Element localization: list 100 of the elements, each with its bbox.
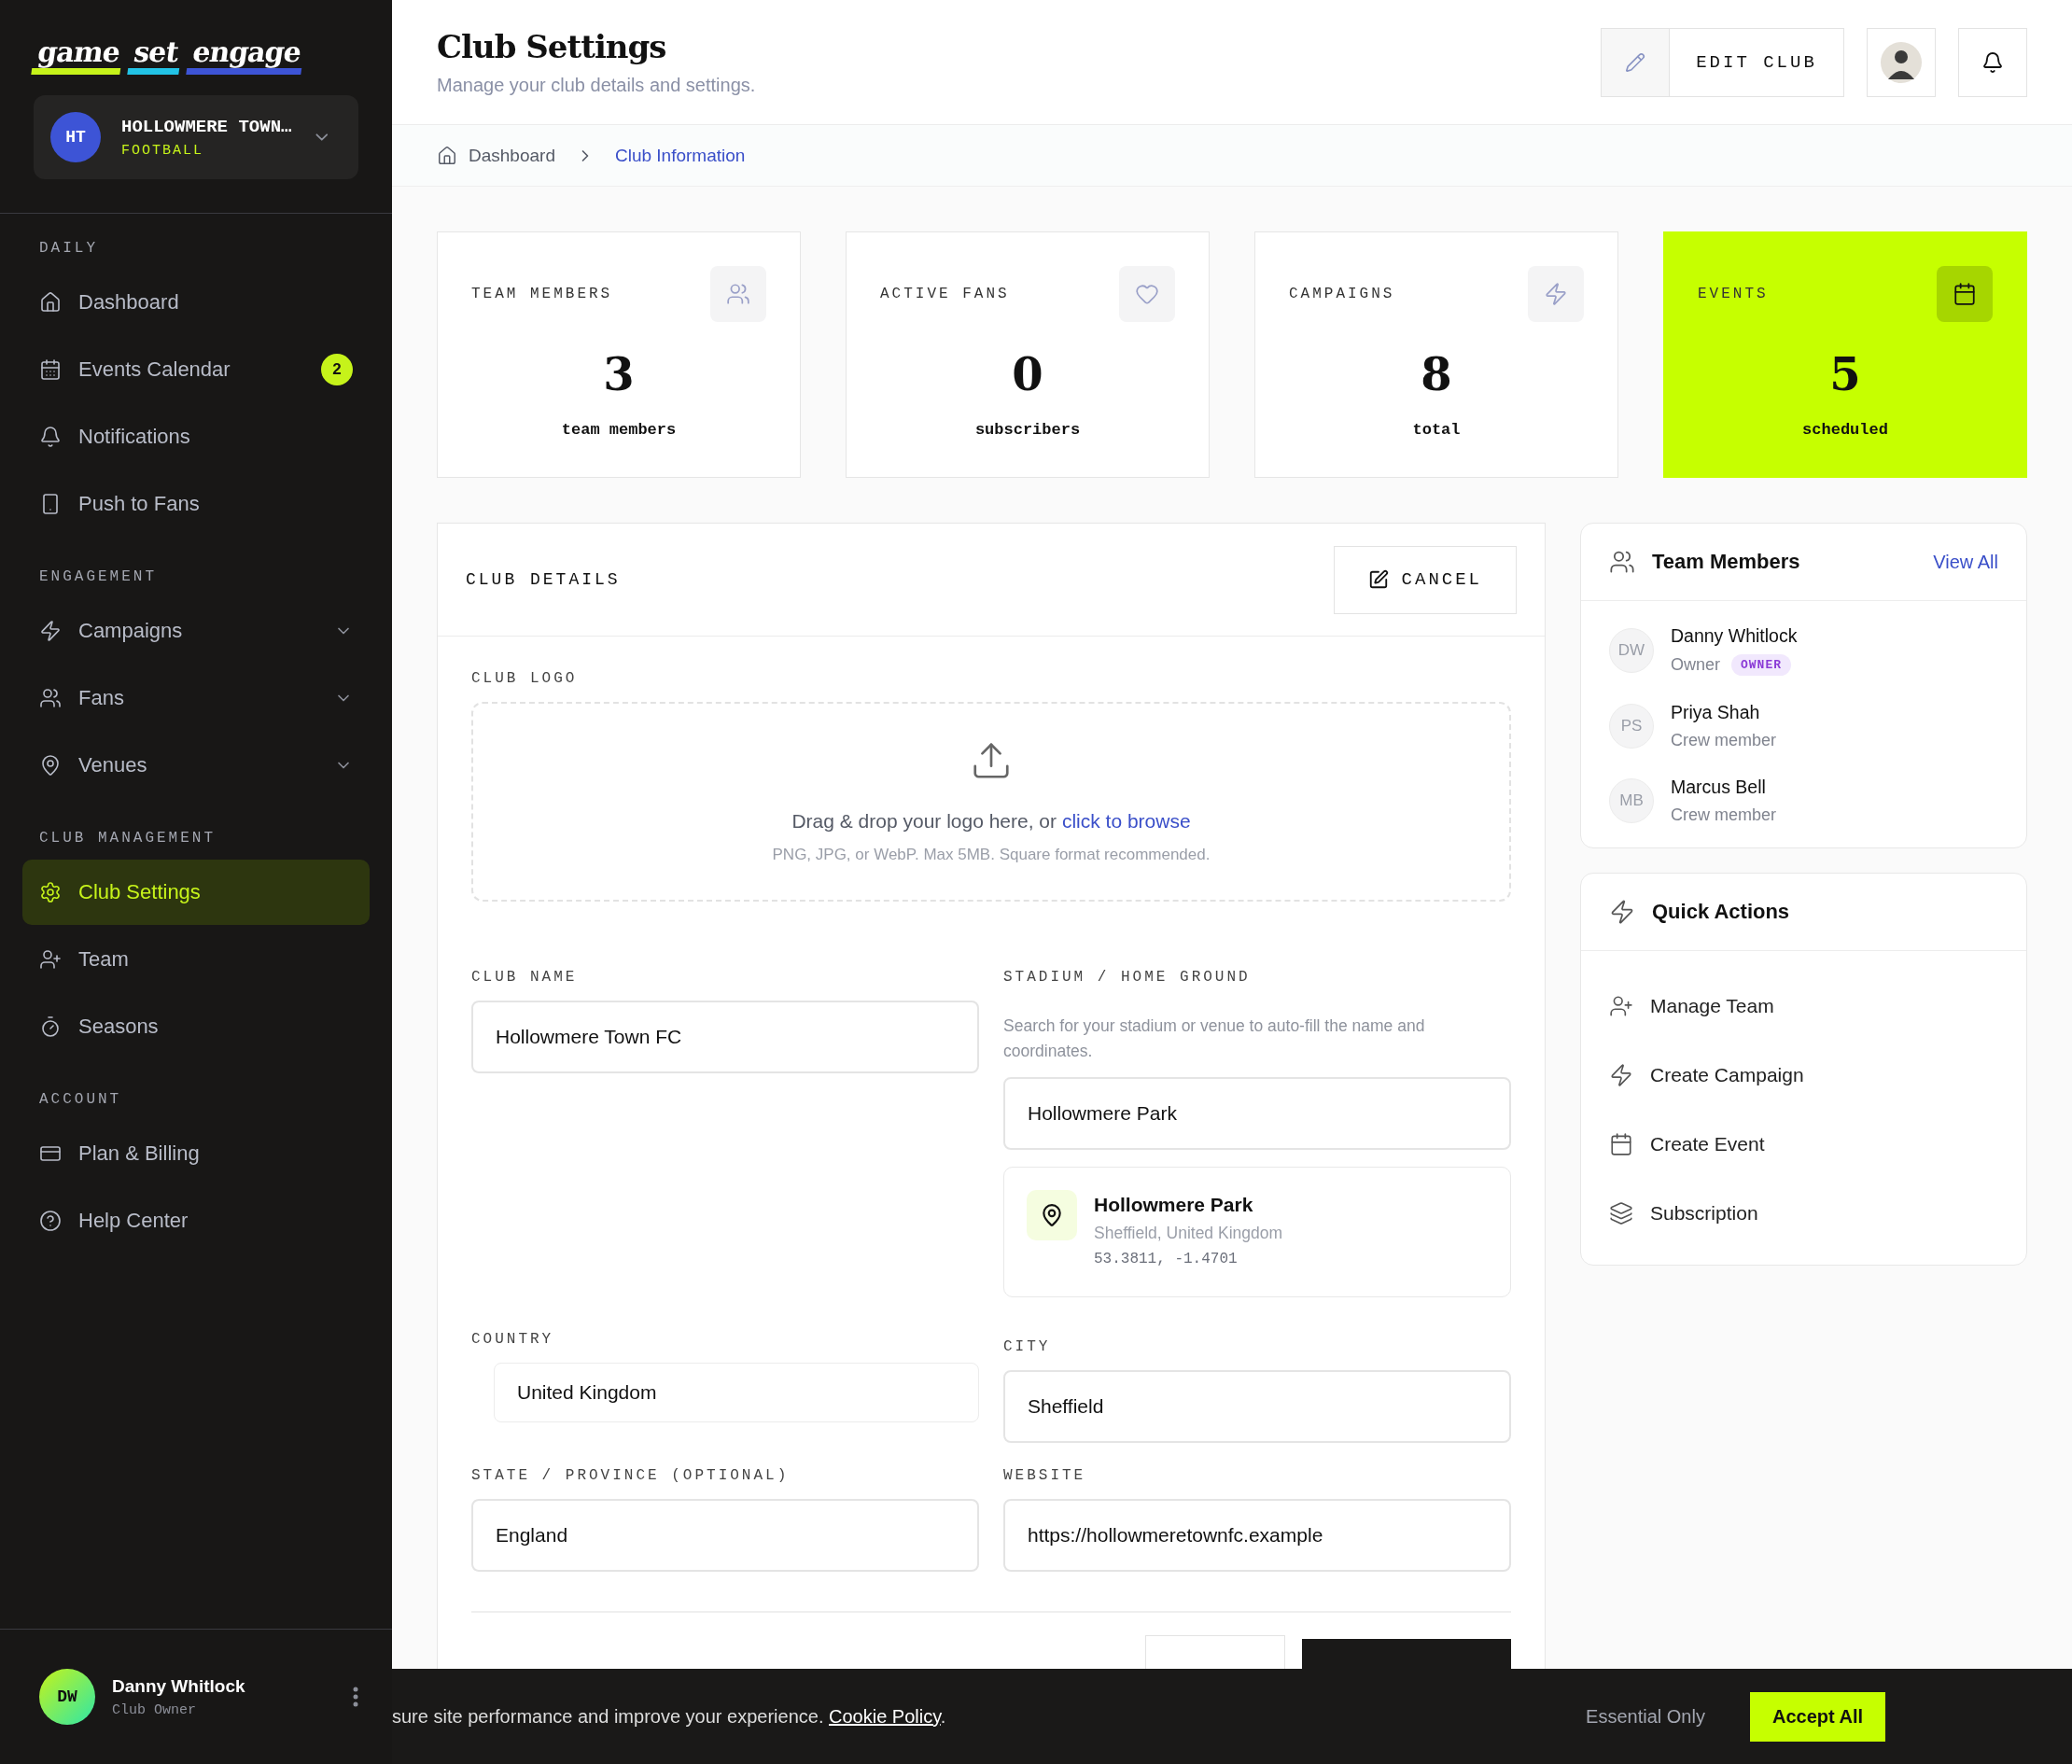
view-all-link[interactable]: View All bbox=[1933, 551, 1998, 573]
calendar-icon bbox=[1953, 282, 1977, 306]
help-icon bbox=[39, 1210, 62, 1232]
stat-value: 3 bbox=[603, 348, 635, 400]
count-badge: 2 bbox=[321, 354, 353, 385]
dropzone-text: Drag & drop your logo here, or click to browse bbox=[791, 810, 1191, 833]
users-icon bbox=[39, 687, 62, 709]
nav-item[interactable]: Team bbox=[22, 927, 370, 992]
timer-icon bbox=[39, 1015, 62, 1038]
input-field[interactable]: Hollowmere Town FC bbox=[471, 1001, 979, 1073]
calendar-icon bbox=[39, 358, 62, 381]
nav-section-heading: DAILY bbox=[38, 239, 99, 259]
club-sport: FOOTBALL bbox=[121, 142, 203, 159]
nav-item[interactable]: Help Center bbox=[22, 1188, 370, 1253]
more-button[interactable] bbox=[353, 1687, 358, 1707]
card-title: Quick Actions bbox=[1652, 900, 1791, 924]
cookie-policy-link[interactable]: Cookie Policy bbox=[829, 1705, 941, 1727]
panel-title: CLUB DETAILS bbox=[466, 570, 621, 589]
stat-caption: scheduled bbox=[1802, 421, 1888, 439]
essential-only-button[interactable]: Essential Only bbox=[1580, 1704, 1711, 1729]
input-field[interactable]: Hollowmere Park bbox=[1003, 1077, 1511, 1150]
map-pin-icon bbox=[39, 754, 62, 777]
nav-item[interactable]: Fans bbox=[22, 665, 370, 731]
field-label: CLUB LOGO bbox=[471, 670, 579, 687]
stat-value: 0 bbox=[1012, 348, 1043, 400]
member-name: Marcus Bell bbox=[1671, 777, 1767, 798]
stat-label: ACTIVE FANS bbox=[880, 286, 1010, 302]
field-label: STATE / PROVINCE (OPTIONAL) bbox=[471, 1467, 791, 1484]
logo-dropzone[interactable]: Drag & drop your logo here, or click to browse PNG, JPG, or WebP. Max 5MB. Square format recommended. bbox=[471, 702, 1511, 902]
member-role: Crew member bbox=[1671, 805, 1777, 825]
stat-label: CAMPAIGNS bbox=[1289, 286, 1395, 302]
nav-item[interactable]: Club Settings bbox=[22, 860, 370, 925]
more-icon bbox=[353, 1687, 358, 1707]
nav-item[interactable]: Dashboard bbox=[22, 270, 370, 335]
nav-item[interactable]: Seasons bbox=[22, 994, 370, 1059]
nav-item[interactable]: Push to Fans bbox=[22, 471, 370, 537]
profile-button[interactable] bbox=[1867, 27, 1936, 97]
field-label: CLUB NAME bbox=[471, 969, 579, 986]
logo: game set engage bbox=[34, 34, 358, 75]
cancel-button[interactable]: CANCEL bbox=[1333, 545, 1517, 614]
browse-link[interactable]: click to browse bbox=[1061, 810, 1191, 832]
quick-action-link[interactable]: Manage Team bbox=[1609, 985, 1998, 1028]
user-role: Club Owner bbox=[112, 1701, 197, 1718]
nav-item[interactable]: Campaigns bbox=[22, 598, 370, 664]
venue-result-card[interactable]: Hollowmere Park Sheffield, United Kingdom 53.3811, -1.4701 bbox=[1003, 1167, 1511, 1297]
stat-caption: total bbox=[1412, 421, 1461, 439]
member-name: Priya Shah bbox=[1671, 702, 1761, 723]
nav-section-heading: CLUB MANAGEMENT bbox=[38, 829, 217, 848]
stat-caption: subscribers bbox=[974, 421, 1081, 439]
stat-value: 5 bbox=[1829, 348, 1861, 400]
input-field[interactable]: Sheffield bbox=[1003, 1370, 1511, 1443]
input-field[interactable]: England bbox=[471, 1499, 979, 1572]
layers-icon bbox=[1609, 1201, 1633, 1225]
map-pin-icon bbox=[1040, 1203, 1064, 1227]
bell-icon bbox=[1981, 50, 2004, 74]
venue-place: Sheffield, United Kingdom bbox=[1094, 1224, 1283, 1243]
stat-label: TEAM MEMBERS bbox=[471, 286, 613, 302]
nav-item[interactable]: Venues bbox=[22, 733, 370, 798]
nav-item[interactable]: Events Calendar 2 bbox=[22, 337, 370, 402]
quick-action-link[interactable]: Create Event bbox=[1609, 1123, 1998, 1166]
stat-value: 8 bbox=[1421, 348, 1452, 400]
quick-action-link[interactable]: Create Campaign bbox=[1609, 1054, 1998, 1097]
user-avatar: DW bbox=[39, 1669, 95, 1725]
page-subtitle: Manage your club details and settings. bbox=[437, 75, 756, 96]
nav-item[interactable]: Plan & Billing bbox=[22, 1121, 370, 1186]
users-icon bbox=[726, 282, 750, 306]
notifications-button[interactable] bbox=[1958, 27, 2027, 97]
lightning-icon bbox=[39, 620, 62, 642]
lightning-icon bbox=[1609, 899, 1635, 925]
breadcrumb-link[interactable]: Club Information bbox=[614, 145, 746, 166]
dropzone-hint: PNG, JPG, or WebP. Max 5MB. Square format recommended. bbox=[772, 846, 1211, 864]
field-label: WEBSITE bbox=[1003, 1467, 1087, 1484]
stat-label: EVENTS bbox=[1698, 286, 1769, 302]
field-help: Search for your stadium or venue to auto-fill the name and coordinates. bbox=[1003, 1015, 1426, 1062]
calendar-icon bbox=[1609, 1132, 1633, 1156]
field-label: STADIUM / HOME GROUND bbox=[1003, 969, 1252, 986]
member-role: Crew member bbox=[1671, 731, 1777, 750]
club-avatar: HT bbox=[50, 112, 101, 162]
quick-action-link[interactable]: Subscription bbox=[1609, 1192, 1998, 1235]
user-plus-icon bbox=[39, 948, 62, 971]
venue-coordinates: 53.3811, -1.4701 bbox=[1094, 1251, 1239, 1267]
nav-item[interactable]: Notifications bbox=[22, 404, 370, 469]
lightning-icon bbox=[1609, 1063, 1633, 1087]
club-switcher[interactable]: HT HOLLOWMERE TOWN… FOOTBALL bbox=[34, 95, 358, 179]
pencil-icon bbox=[1625, 51, 1645, 73]
breadcrumb-link[interactable]: Dashboard bbox=[437, 145, 555, 166]
member-avatar: MB bbox=[1609, 778, 1654, 823]
nav-section-heading: ACCOUNT bbox=[38, 1090, 123, 1110]
edit-club-button[interactable]: EDIT CLUB bbox=[1601, 27, 1844, 97]
accept-all-button[interactable]: Accept All bbox=[1749, 1691, 1885, 1742]
cookie-text: sure site performance and improve your experience. Cookie Policy. bbox=[392, 1705, 947, 1728]
stat-caption: team members bbox=[561, 421, 677, 439]
card-title: Team Members bbox=[1652, 550, 1801, 574]
member-role: Owner bbox=[1671, 655, 1720, 675]
input-field[interactable]: United Kingdom bbox=[494, 1363, 979, 1422]
input-field[interactable]: https://hollowmeretownfc.example bbox=[1003, 1499, 1511, 1572]
users-icon bbox=[1609, 549, 1635, 575]
page-title: Club Settings bbox=[437, 28, 667, 65]
heart-icon bbox=[1135, 282, 1159, 306]
field-label: COUNTRY bbox=[471, 1331, 555, 1348]
